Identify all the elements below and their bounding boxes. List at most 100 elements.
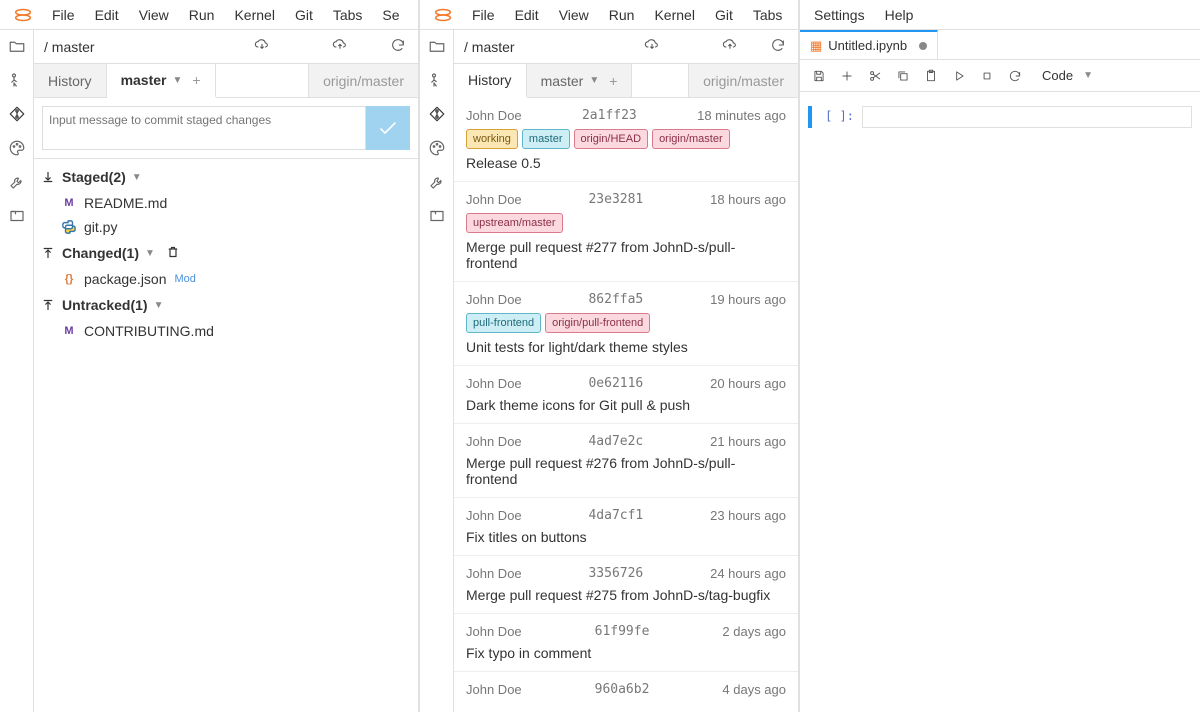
menu-kernel[interactable]: Kernel [644, 3, 704, 27]
cloud-push-icon[interactable] [722, 37, 740, 56]
cloud-pull-icon[interactable] [644, 37, 662, 56]
cell-input[interactable] [862, 106, 1192, 128]
tabs-icon[interactable] [7, 206, 27, 226]
discard-icon[interactable] [167, 245, 179, 261]
restart-icon[interactable] [1002, 63, 1028, 89]
running-icon[interactable] [7, 70, 27, 90]
wrench-icon[interactable] [427, 172, 447, 192]
running-icon[interactable] [427, 70, 447, 90]
commit-item[interactable]: John Doe862ffa519 hours agopull-frontend… [454, 282, 798, 366]
section-staged-header[interactable]: Staged(2) ▼ [34, 163, 418, 191]
tab-remote[interactable]: origin/master [688, 64, 798, 97]
menu-file[interactable]: File [462, 3, 505, 27]
stop-icon[interactable] [974, 63, 1000, 89]
notebook-body: [ ]: [800, 92, 1200, 712]
menu-tabs[interactable]: Tabs [743, 3, 793, 27]
commit-item[interactable]: John Doe960a6b24 days ago [454, 672, 798, 712]
git-icon[interactable] [7, 104, 27, 124]
commit-button[interactable] [366, 106, 410, 150]
commit-item[interactable]: John Doe23e328118 hours agoupstream/mast… [454, 182, 798, 282]
refresh-icon[interactable] [770, 37, 788, 56]
menu-run[interactable]: Run [179, 3, 225, 27]
section-staged-label: Staged(2) [62, 169, 126, 185]
cloud-pull-icon[interactable] [254, 37, 272, 56]
new-branch-icon[interactable]: + [609, 73, 617, 89]
file-row[interactable]: git.py [34, 215, 418, 239]
commit-message: Dark theme icons for Git pull & push [466, 397, 786, 413]
commit-sha: 862ffa5 [522, 292, 710, 307]
tab-current-branch[interactable]: master ▼ + [107, 64, 216, 98]
commit-author: John Doe [466, 108, 522, 123]
commit-message-input[interactable] [42, 106, 366, 150]
ref-tag: master [522, 129, 570, 149]
branch-bar: / master [454, 30, 798, 64]
menu-tabs[interactable]: Tabs [323, 3, 373, 27]
menu-view[interactable]: View [549, 3, 599, 27]
save-icon[interactable] [806, 63, 832, 89]
tab-history[interactable]: History [454, 64, 527, 98]
menu-file[interactable]: File [42, 3, 85, 27]
menu-help[interactable]: Help [875, 3, 924, 27]
menubar-right: Settings Help [800, 0, 1200, 30]
folder-icon[interactable] [7, 36, 27, 56]
file-row[interactable]: {} package.json Mod [34, 267, 418, 291]
notebook-toolbar: Code ▼ [800, 60, 1200, 92]
tabs-icon[interactable] [427, 206, 447, 226]
section-untracked-header[interactable]: Untracked(1) ▼ [34, 291, 418, 319]
menu-edit[interactable]: Edit [505, 3, 549, 27]
palette-icon[interactable] [427, 138, 447, 158]
run-cell-icon[interactable] [946, 63, 972, 89]
commit-item[interactable]: John Doe0e6211620 hours agoDark theme ic… [454, 366, 798, 424]
notebook-tab[interactable]: ▦ Untitled.ipynb [800, 30, 938, 59]
menu-git[interactable]: Git [285, 3, 323, 27]
menu-settings[interactable]: Settings [804, 3, 875, 27]
code-cell[interactable]: [ ]: [808, 106, 1192, 128]
ref-tag: upstream/master [466, 213, 563, 233]
wrench-icon[interactable] [7, 172, 27, 192]
commit-author: John Doe [466, 508, 522, 523]
menu-git[interactable]: Git [705, 3, 743, 27]
folder-icon[interactable] [427, 36, 447, 56]
file-sections: Staged(2) ▼ M README.md git.py Changed(1… [34, 159, 418, 347]
cell-active-bar [808, 106, 812, 128]
tab-history[interactable]: History [34, 64, 107, 97]
file-row[interactable]: M README.md [34, 191, 418, 215]
paste-icon[interactable] [918, 63, 944, 89]
file-name: README.md [84, 195, 167, 211]
copy-icon[interactable] [890, 63, 916, 89]
palette-icon[interactable] [7, 138, 27, 158]
commit-item[interactable]: John Doe4da7cf123 hours agoFix titles on… [454, 498, 798, 556]
menu-view[interactable]: View [129, 3, 179, 27]
git-tabs: History master ▼ + origin/master [34, 64, 418, 98]
file-row[interactable]: M CONTRIBUTING.md [34, 319, 418, 343]
new-branch-icon[interactable]: + [192, 72, 200, 88]
commit-sha: 61f99fe [522, 624, 723, 639]
commit-item[interactable]: John Doe2a1ff2318 minutes agoworkingmast… [454, 98, 798, 182]
commit-item[interactable]: John Doe335672624 hours agoMerge pull re… [454, 556, 798, 614]
tab-remote[interactable]: origin/master [308, 64, 418, 97]
menu-kernel[interactable]: Kernel [224, 3, 284, 27]
commit-time: 21 hours ago [710, 434, 786, 449]
file-name: package.json [84, 271, 167, 287]
menu-edit[interactable]: Edit [85, 3, 129, 27]
ref-tag: origin/master [652, 129, 730, 149]
menu-settings-trunc[interactable]: Se [372, 3, 409, 27]
tab-current-branch[interactable]: master ▼ + [527, 64, 633, 97]
commit-author: John Doe [466, 192, 522, 207]
git-icon[interactable] [427, 104, 447, 124]
add-cell-icon[interactable] [834, 63, 860, 89]
cut-icon[interactable] [862, 63, 888, 89]
tab-history-label: History [48, 73, 92, 89]
activity-rail-left [0, 30, 34, 712]
commit-item[interactable]: John Doe61f99fe2 days agoFix typo in com… [454, 614, 798, 672]
chevron-down-icon: ▼ [589, 75, 599, 86]
history-list[interactable]: John Doe2a1ff2318 minutes agoworkingmast… [454, 98, 798, 712]
cell-type-select[interactable]: Code ▼ [1034, 64, 1101, 88]
commit-item[interactable]: John Doe4ad7e2c21 hours agoMerge pull re… [454, 424, 798, 498]
section-changed-label: Changed(1) [62, 245, 139, 261]
refresh-icon[interactable] [390, 37, 408, 56]
commit-sha: 960a6b2 [522, 682, 723, 697]
section-changed-header[interactable]: Changed(1) ▼ [34, 239, 418, 267]
cloud-push-icon[interactable] [332, 37, 350, 56]
menu-run[interactable]: Run [599, 3, 645, 27]
